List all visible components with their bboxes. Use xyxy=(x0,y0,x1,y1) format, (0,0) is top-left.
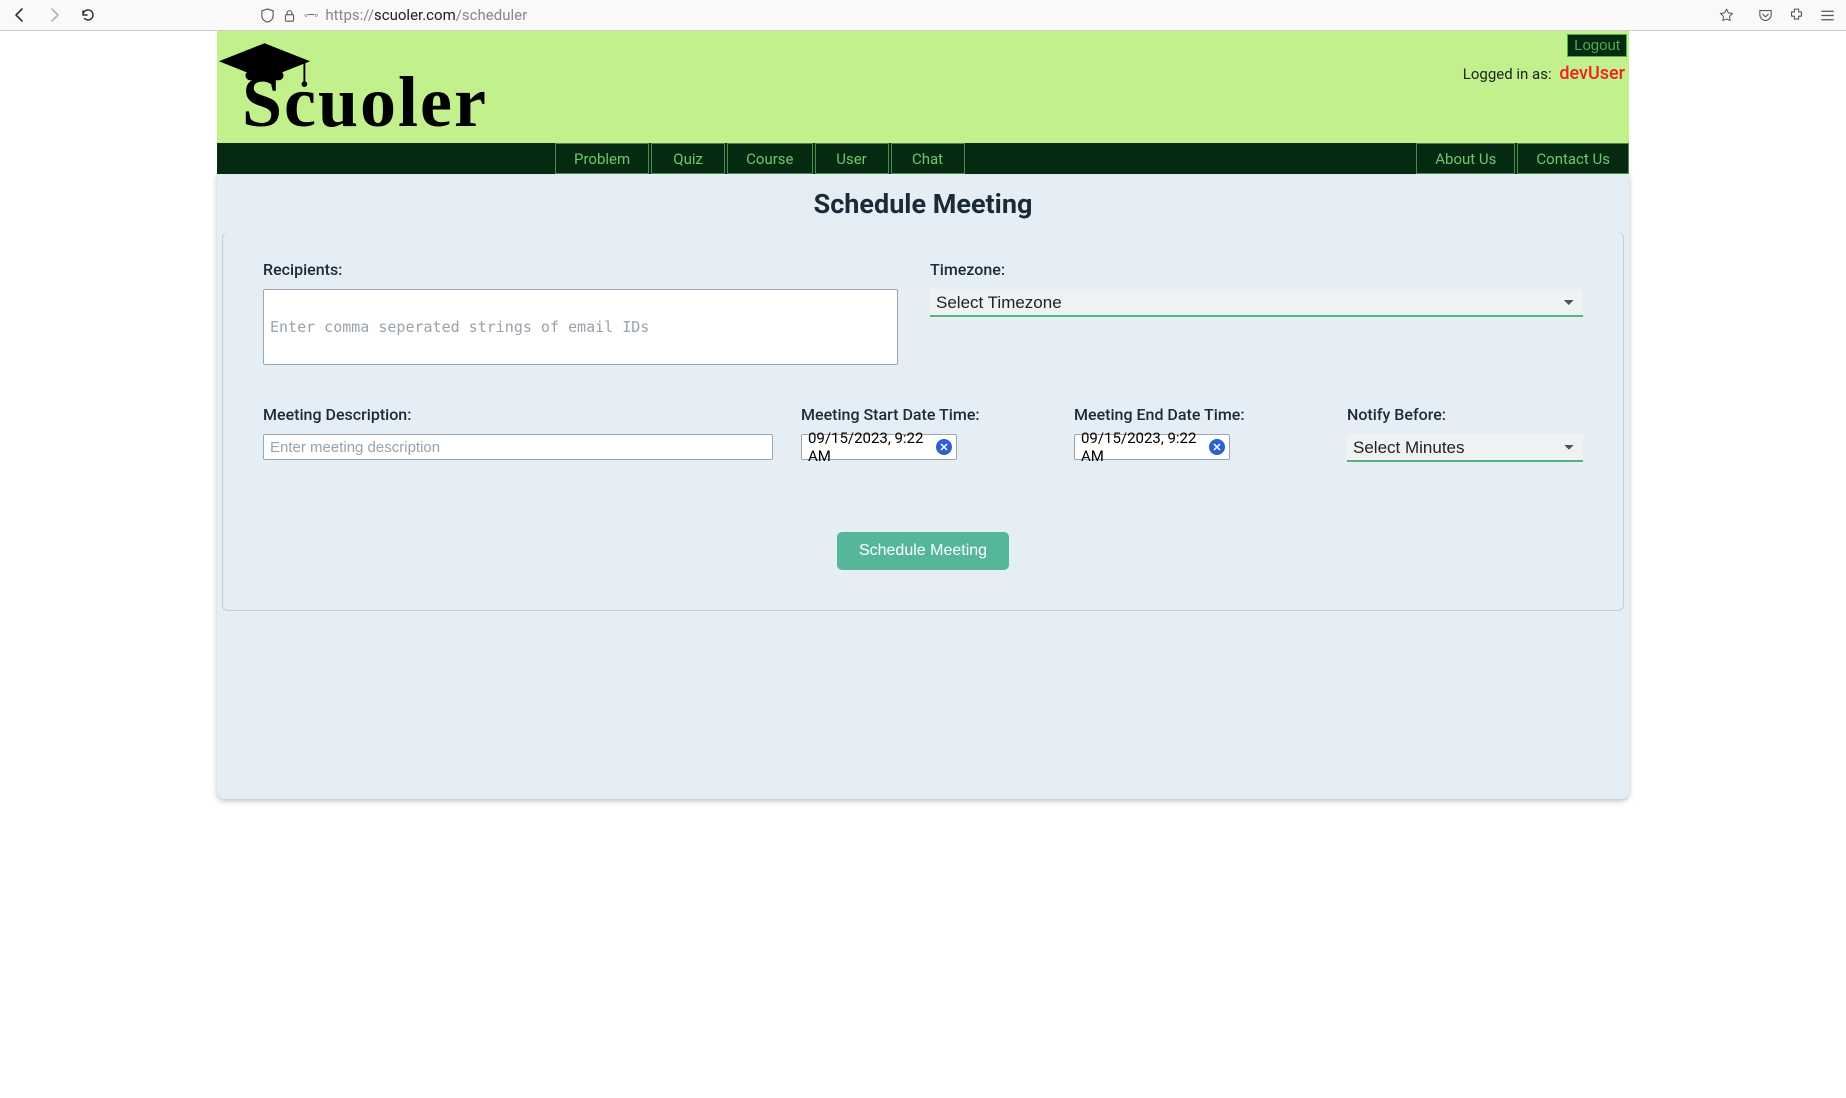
logout-button[interactable]: Logout xyxy=(1567,34,1627,57)
main-nav: Problem Quiz Course User Chat About Us C… xyxy=(217,143,1629,174)
logged-in-status: Logged in as: devUser xyxy=(1463,63,1625,84)
clear-start-icon[interactable]: ✕ xyxy=(936,439,952,455)
current-user: devUser xyxy=(1559,63,1625,84)
end-datetime-label: Meeting End Date Time: xyxy=(1074,405,1319,424)
clear-end-icon[interactable]: ✕ xyxy=(1209,439,1225,455)
extensions-icon[interactable] xyxy=(1788,7,1805,24)
url-bar[interactable]: ◦–◦ https://scuoler.com/scheduler xyxy=(252,2,1743,28)
nav-user[interactable]: User xyxy=(815,143,889,174)
permissions-icon: ◦–◦ xyxy=(304,8,317,22)
url-text: https://scuoler.com/scheduler xyxy=(325,6,527,24)
recipients-label: Recipients: xyxy=(263,260,898,279)
schedule-form: Recipients: Timezone: Select Timezone Me… xyxy=(222,232,1624,611)
shield-icon xyxy=(260,8,275,23)
description-label: Meeting Description: xyxy=(263,405,773,424)
nav-about[interactable]: About Us xyxy=(1416,143,1515,174)
menu-icon[interactable] xyxy=(1819,7,1836,24)
recipients-input[interactable] xyxy=(263,289,898,365)
notify-select[interactable]: Select Minutes xyxy=(1347,434,1583,462)
nav-problem[interactable]: Problem xyxy=(555,143,649,174)
notify-label: Notify Before: xyxy=(1347,405,1583,424)
lock-icon xyxy=(283,8,296,23)
timezone-select[interactable]: Select Timezone xyxy=(930,289,1583,317)
graduation-cap-icon xyxy=(217,37,312,97)
start-datetime-input[interactable]: 09/15/2023, 9:22 AM ✕ xyxy=(801,434,957,460)
schedule-meeting-button[interactable]: Schedule Meeting xyxy=(837,532,1009,570)
pocket-icon[interactable] xyxy=(1757,7,1774,24)
nav-chat[interactable]: Chat xyxy=(891,143,965,174)
nav-quiz[interactable]: Quiz xyxy=(651,143,725,174)
forward-button[interactable] xyxy=(44,5,64,25)
site-header: Scuoler Logout Logged in as: devUser xyxy=(217,31,1629,143)
page-title: Schedule Meeting xyxy=(217,174,1629,232)
end-datetime-input[interactable]: 09/15/2023, 9:22 AM ✕ xyxy=(1074,434,1230,460)
browser-toolbar: ◦–◦ https://scuoler.com/scheduler xyxy=(0,0,1846,31)
nav-contact[interactable]: Contact Us xyxy=(1517,143,1629,174)
bookmark-star-icon[interactable] xyxy=(1718,7,1735,24)
nav-course[interactable]: Course xyxy=(727,143,812,174)
reload-button[interactable] xyxy=(78,5,98,25)
description-input[interactable] xyxy=(263,434,773,460)
back-button[interactable] xyxy=(10,5,30,25)
start-datetime-label: Meeting Start Date Time: xyxy=(801,405,1046,424)
content-area: Schedule Meeting Recipients: Timezone: S… xyxy=(217,174,1629,799)
brand-logo[interactable]: Scuoler xyxy=(217,31,488,144)
timezone-label: Timezone: xyxy=(930,260,1583,279)
